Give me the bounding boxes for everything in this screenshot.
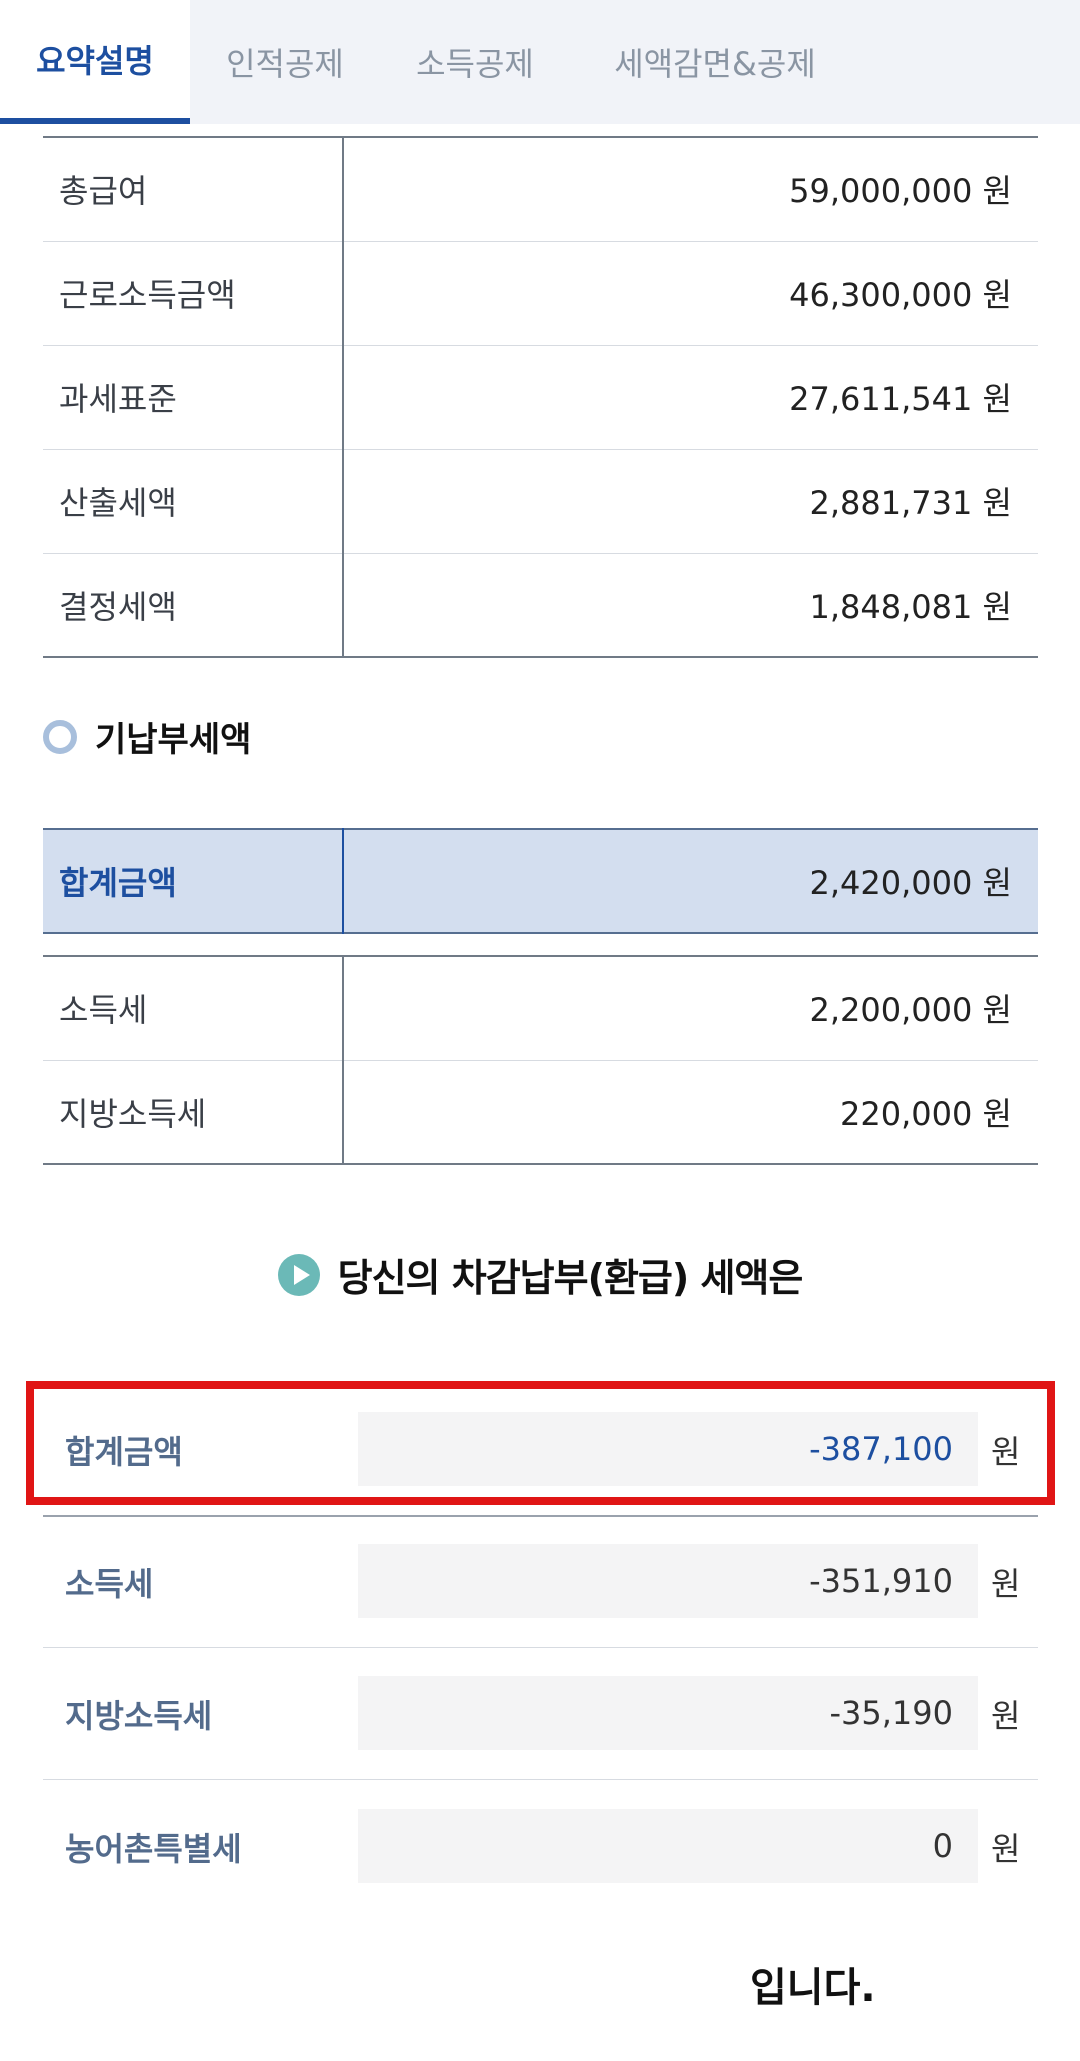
unit-label: 원 (991, 1830, 1021, 1868)
result-label: 소득세 (65, 1565, 154, 1603)
result-label: 지방소득세 (65, 1697, 213, 1735)
section-title-text: 기납부세액 (95, 720, 252, 760)
result-value-box: -35,190 (358, 1676, 978, 1750)
prepaid-total-table: 합계금액 2,420,000 원 (43, 828, 1038, 934)
table-row: 소득세 2,200,000 원 (43, 956, 1038, 1060)
result-value-box: -387,100 (358, 1412, 978, 1486)
row-label: 지방소득세 (43, 1060, 344, 1164)
row-value: 2,881,731 원 (809, 484, 1012, 522)
table-row: 산출세액 2,881,731 원 (43, 449, 1038, 553)
ring-bullet-icon (43, 719, 77, 754)
result-label: 합계금액 (65, 1433, 183, 1471)
total-value: 2,420,000 원 (343, 829, 1038, 933)
result-row-income-tax: 소득세 -351,910 원 (43, 1516, 1038, 1648)
row-value: 59,000,000 원 (789, 172, 1012, 211)
total-label: 합계금액 (43, 829, 344, 933)
unit-label: 원 (991, 1433, 1021, 1471)
unit-label: 원 (991, 1565, 1021, 1603)
row-value: 2,200,000 원 (809, 991, 1012, 1030)
closing-text: 입니다. (750, 1965, 876, 2011)
result-row-rural-tax: 농어촌특별세 0 원 (43, 1781, 1038, 1913)
result-heading: 당신의 차감납부(환급) 세액은 (0, 1247, 1080, 1302)
row-value: 46,300,000 원 (789, 276, 1012, 314)
row-label: 근로소득금액 (43, 241, 344, 345)
row-value: 220,000 원 (840, 1094, 1012, 1133)
prepaid-items-table: 소득세 2,200,000 원 지방소득세 220,000 원 (43, 955, 1038, 1165)
row-label: 총급여 (43, 137, 344, 241)
result-row-local-tax: 지방소득세 -35,190 원 (43, 1648, 1038, 1780)
row-value: 1,848,081 원 (809, 587, 1012, 626)
tab-bar: 요약설명 인적공제 소득공제 세액감면&공제 (0, 0, 1080, 124)
result-value-box: 0 (358, 1809, 978, 1883)
row-label: 산출세액 (43, 449, 344, 553)
table-row: 지방소득세 220,000 원 (43, 1060, 1038, 1164)
row-label: 결정세액 (43, 553, 344, 657)
tab-income-deduction[interactable]: 소득공제 (380, 0, 570, 124)
table-row: 과세표준 27,611,541 원 (43, 345, 1038, 449)
result-label: 농어촌특별세 (65, 1830, 242, 1868)
unit-label: 원 (991, 1697, 1021, 1735)
row-value: 27,611,541 원 (789, 380, 1012, 418)
table-row: 근로소득금액 46,300,000 원 (43, 241, 1038, 345)
tab-tax-credit[interactable]: 세액감면&공제 (570, 0, 860, 124)
result-heading-text: 당신의 차감납부(환급) 세액은 (337, 1256, 804, 1300)
prepaid-section-title: 기납부세액 (43, 712, 251, 761)
row-label: 과세표준 (43, 345, 344, 449)
summary-table: 총급여 59,000,000 원 근로소득금액 46,300,000 원 과세표… (43, 136, 1038, 658)
result-value-box: -351,910 (358, 1544, 978, 1618)
tab-personal-deduction[interactable]: 인적공제 (190, 0, 380, 124)
play-bullet-icon (277, 1253, 320, 1296)
row-label: 소득세 (43, 956, 344, 1060)
table-row: 합계금액 2,420,000 원 (43, 829, 1038, 933)
result-row-total: 합계금액 -387,100 원 (43, 1384, 1038, 1516)
table-row: 결정세액 1,848,081 원 (43, 553, 1038, 657)
table-row: 총급여 59,000,000 원 (43, 137, 1038, 241)
tab-summary[interactable]: 요약설명 (0, 0, 190, 124)
